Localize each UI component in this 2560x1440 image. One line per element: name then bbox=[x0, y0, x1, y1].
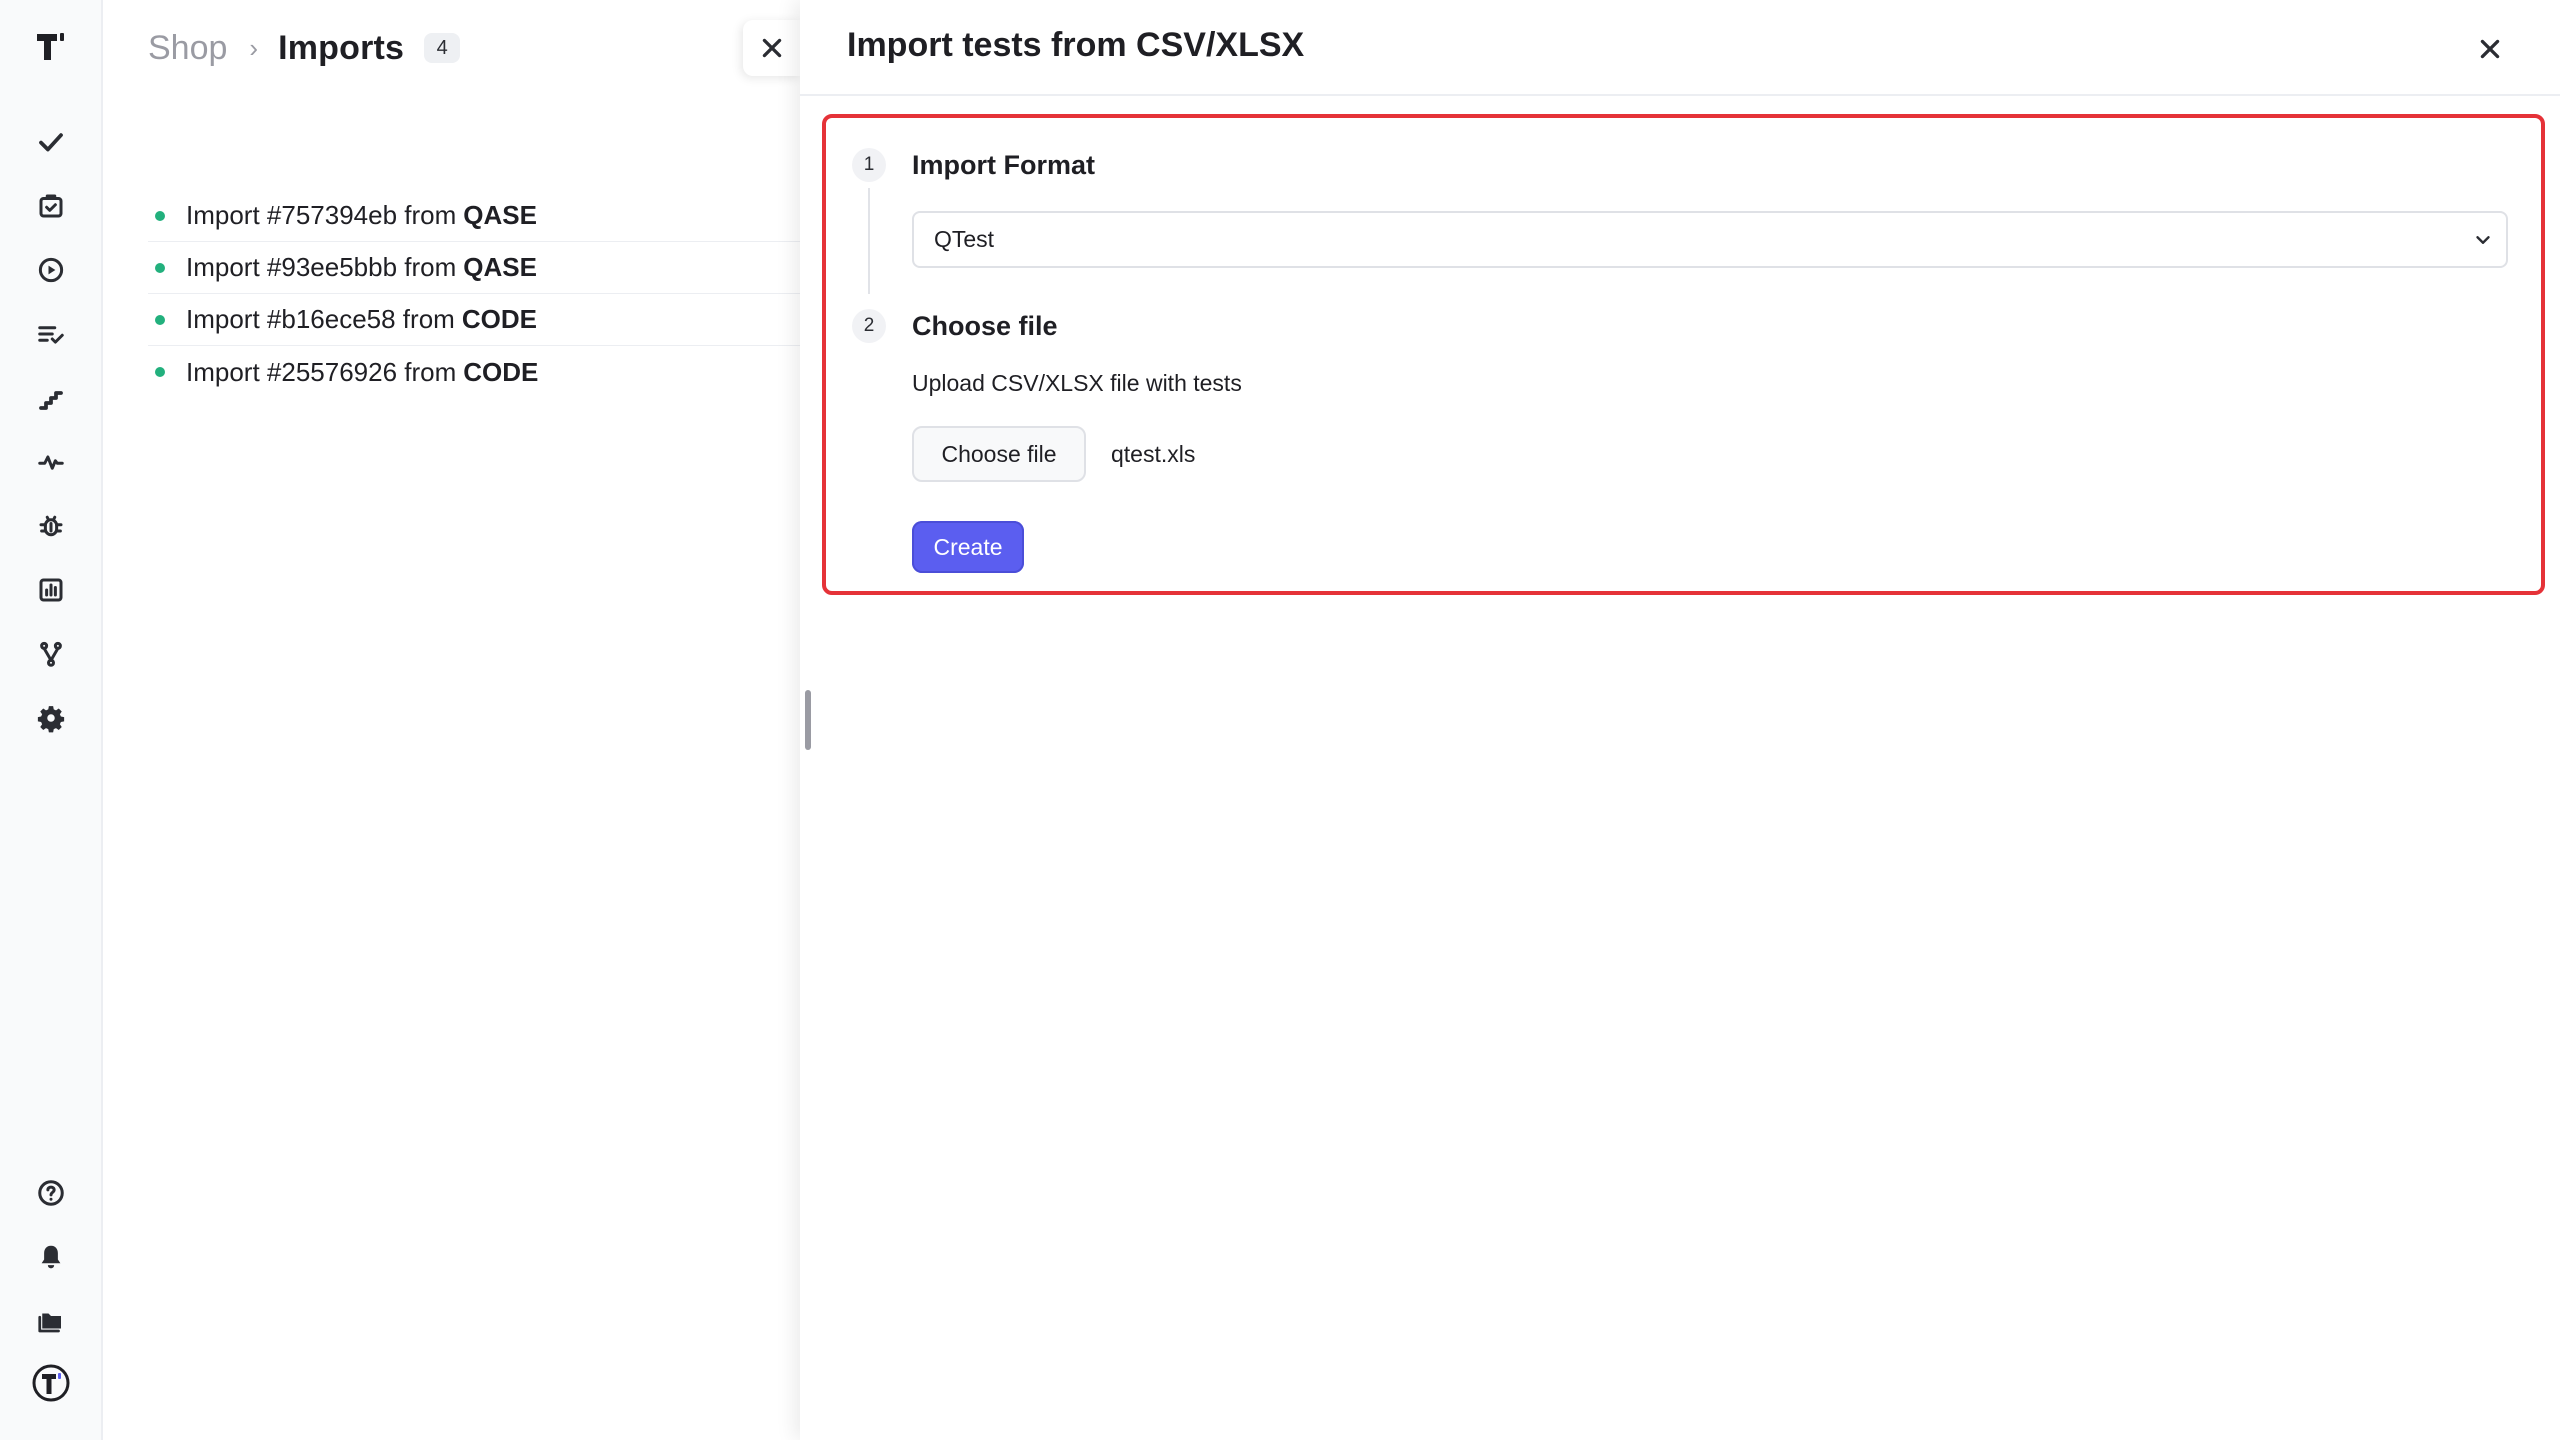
imports-list: Import #757394eb from QASE Import #93ee5… bbox=[148, 190, 800, 398]
panel-title: Import tests from CSV/XLSX bbox=[847, 26, 1305, 64]
help-icon[interactable] bbox=[31, 1173, 71, 1213]
breadcrumb-project-link[interactable]: Shop bbox=[148, 29, 227, 68]
pulse-icon[interactable] bbox=[31, 442, 71, 482]
imports-count-badge: 4 bbox=[424, 33, 461, 63]
check-icon[interactable] bbox=[31, 122, 71, 162]
bug-icon[interactable] bbox=[31, 506, 71, 546]
import-source: QASE bbox=[463, 252, 537, 282]
import-label: Import #25576926 from bbox=[186, 356, 457, 387]
gear-icon[interactable] bbox=[31, 698, 71, 738]
choose-file-button[interactable]: Choose file bbox=[912, 426, 1086, 482]
status-dot bbox=[155, 210, 165, 221]
status-dot bbox=[155, 314, 165, 325]
list-item[interactable]: Import #25576926 from CODE bbox=[148, 346, 800, 398]
step-connector bbox=[868, 188, 870, 294]
import-format-value: QTest bbox=[934, 226, 995, 252]
clipboard-check-icon[interactable] bbox=[31, 186, 71, 226]
close-list-button[interactable] bbox=[743, 20, 801, 76]
upload-description: Upload CSV/XLSX file with tests bbox=[912, 370, 1242, 396]
step-2-number: 2 bbox=[852, 309, 886, 343]
breadcrumb-separator: › bbox=[249, 32, 259, 63]
step-1-number: 1 bbox=[852, 148, 886, 182]
step-1-title: Import Format bbox=[912, 150, 1096, 180]
status-dot bbox=[155, 367, 165, 377]
panel-resize-handle[interactable] bbox=[805, 690, 811, 750]
import-format-select[interactable]: QTest bbox=[912, 211, 2508, 268]
branch-icon[interactable] bbox=[31, 634, 71, 674]
import-form-highlight bbox=[822, 114, 2545, 595]
step-2-title: Choose file bbox=[912, 311, 1058, 341]
chevron-down-icon bbox=[2476, 235, 2490, 244]
import-label: Import #93ee5bbb from bbox=[186, 252, 457, 282]
import-label: Import #b16ece58 from bbox=[186, 304, 455, 334]
close-icon bbox=[2480, 39, 2500, 59]
folder-icon[interactable] bbox=[31, 1301, 71, 1341]
bell-icon[interactable] bbox=[31, 1237, 71, 1277]
list-check-icon[interactable] bbox=[31, 314, 71, 354]
close-icon bbox=[762, 38, 782, 58]
import-source: QASE bbox=[463, 200, 537, 230]
import-source: CODE bbox=[463, 356, 539, 387]
create-button[interactable]: Create bbox=[912, 521, 1024, 573]
left-rail bbox=[0, 0, 103, 1440]
list-item[interactable]: Import #b16ece58 from CODE bbox=[148, 294, 800, 346]
import-source: CODE bbox=[461, 304, 537, 334]
breadcrumb: Shop › Imports 4 bbox=[148, 26, 461, 70]
play-circle-icon[interactable] bbox=[31, 250, 71, 290]
list-item[interactable]: Import #93ee5bbb from QASE bbox=[148, 242, 800, 294]
list-item[interactable]: Import #757394eb from QASE bbox=[148, 190, 800, 242]
bar-chart-icon[interactable] bbox=[31, 570, 71, 610]
page-title: Imports bbox=[278, 28, 405, 67]
status-dot bbox=[155, 262, 165, 273]
profile-logo-icon[interactable] bbox=[31, 1363, 71, 1403]
import-panel: Import tests from CSV/XLSX 1 Import Form… bbox=[800, 0, 2560, 1440]
panel-header: Import tests from CSV/XLSX bbox=[800, 0, 2560, 96]
steps-icon[interactable] bbox=[31, 378, 71, 418]
import-label: Import #757394eb from bbox=[186, 200, 457, 230]
logo-icon[interactable] bbox=[31, 26, 71, 66]
imports-page: Shop › Imports 4 Import #757394eb from Q… bbox=[103, 0, 801, 1440]
close-panel-button[interactable] bbox=[2467, 26, 2513, 72]
selected-file-name: qtest.xls bbox=[1111, 441, 1196, 467]
